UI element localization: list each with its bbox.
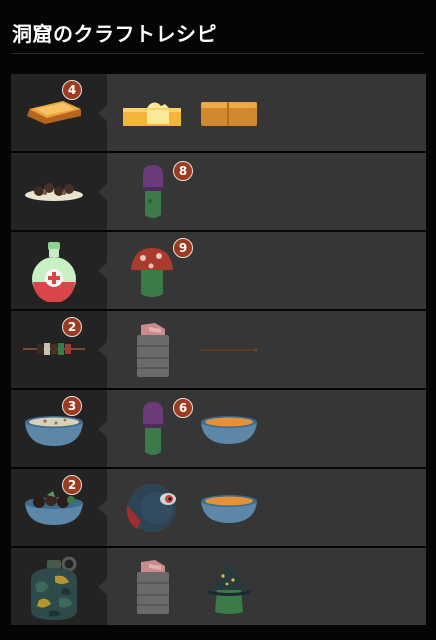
soup-bowl-icon[interactable] xyxy=(199,412,259,446)
recipe-result[interactable]: 2 xyxy=(11,469,107,546)
butter-icon[interactable] xyxy=(121,98,183,128)
count-badge: 2 xyxy=(62,317,82,337)
recipe-row[interactable]: 2 xyxy=(11,311,426,388)
purple-mushroom-icon[interactable] xyxy=(137,402,169,458)
arrow-notch xyxy=(98,579,107,595)
page-title: 洞窟のクラフトレシピ xyxy=(12,22,217,46)
witch-hat-creature-icon[interactable] xyxy=(205,560,253,616)
recipe-row[interactable]: 2 xyxy=(11,469,426,546)
recipe-row[interactable]: 4 xyxy=(11,74,426,151)
recipe-row[interactable]: 8 xyxy=(11,153,426,230)
arrow-notch xyxy=(98,105,107,121)
count-badge: 4 xyxy=(62,80,82,100)
recipe-row[interactable]: 9 xyxy=(11,232,426,309)
arrow-notch xyxy=(98,342,107,358)
bread-loaf-icon[interactable] xyxy=(197,96,259,128)
red-mushroom-icon[interactable] xyxy=(129,244,175,300)
arrow-notch xyxy=(98,500,107,516)
health-potion-icon xyxy=(29,242,79,302)
count-badge: 8 xyxy=(173,161,193,181)
raw-meat-can-icon[interactable] xyxy=(135,321,171,379)
arrow-notch xyxy=(98,184,107,200)
kebab-skewer-icon xyxy=(23,341,85,357)
meat-stew-icon xyxy=(23,491,85,527)
mushroom-soup-icon xyxy=(23,412,85,448)
wooden-stick-icon[interactable] xyxy=(199,347,259,353)
count-badge: 2 xyxy=(62,475,82,495)
recipe-result[interactable]: 4 xyxy=(11,74,107,151)
count-badge: 9 xyxy=(173,238,193,258)
recipe-result[interactable]: 3 xyxy=(11,390,107,467)
arrow-notch xyxy=(98,263,107,279)
count-badge: 6 xyxy=(173,398,193,418)
recipe-result[interactable] xyxy=(11,153,107,230)
camo-grenade-icon xyxy=(25,554,83,622)
eyeball-meat-icon[interactable] xyxy=(123,481,181,535)
raw-meat-can-icon[interactable] xyxy=(135,558,171,616)
recipe-result[interactable] xyxy=(11,232,107,309)
recipe-row[interactable]: 3 6 xyxy=(11,390,426,467)
count-badge: 3 xyxy=(62,396,82,416)
soup-bowl-icon[interactable] xyxy=(199,491,259,525)
recipe-result[interactable]: 2 xyxy=(11,311,107,388)
recipe-row[interactable] xyxy=(11,548,426,625)
meat-plate-icon xyxy=(23,179,85,203)
recipe-result[interactable] xyxy=(11,548,107,625)
toast-icon xyxy=(23,96,85,126)
title-divider xyxy=(12,53,424,54)
arrow-notch xyxy=(98,421,107,437)
purple-mushroom-icon[interactable] xyxy=(137,165,169,221)
